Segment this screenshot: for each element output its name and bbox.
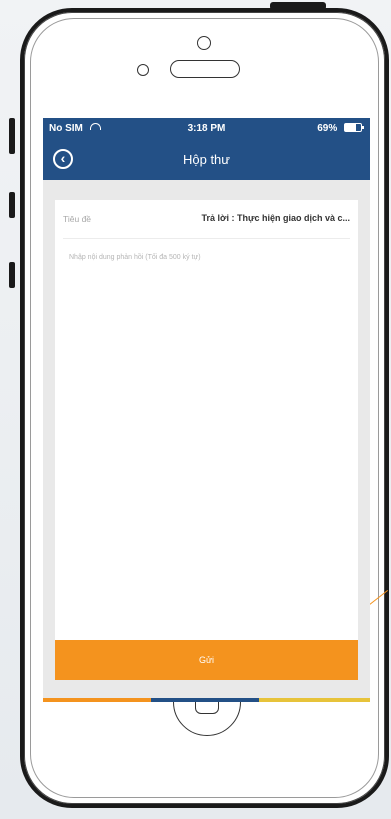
device-mockup: No SIM 3:18 PM 69% ‹ Hộp thư Tiêu đề Trả… <box>0 0 391 819</box>
battery-info: 69% <box>317 123 364 134</box>
volume-up-button <box>9 192 15 218</box>
app-screen: No SIM 3:18 PM 69% ‹ Hộp thư Tiêu đề Trả… <box>43 118 370 702</box>
volume-down-button <box>9 262 15 288</box>
battery-percent: 69% <box>317 123 338 134</box>
power-button <box>270 2 326 10</box>
nav-header: ‹ Hộp thư <box>43 140 370 180</box>
reply-form-card: Tiêu đề Trả lời : Thực hiện giao dịch và… <box>55 200 358 640</box>
status-bar: No SIM 3:18 PM 69% <box>43 118 370 140</box>
send-button[interactable]: Gửi <box>55 640 358 680</box>
proximity-sensor <box>137 64 149 76</box>
message-input[interactable] <box>55 246 358 640</box>
subject-value: Trả lời : Thực hiện giao dịch và c... <box>201 213 350 223</box>
earpiece-speaker <box>170 60 240 78</box>
page-title: Hộp thư <box>182 152 230 167</box>
brand-stripe <box>43 698 370 702</box>
subject-label: Tiêu đề <box>63 214 92 224</box>
front-camera <box>197 36 211 50</box>
battery-icon <box>344 123 364 132</box>
subject-row: Tiêu đề Trả lời : Thực hiện giao dịch và… <box>63 200 350 239</box>
mute-switch <box>9 118 15 154</box>
